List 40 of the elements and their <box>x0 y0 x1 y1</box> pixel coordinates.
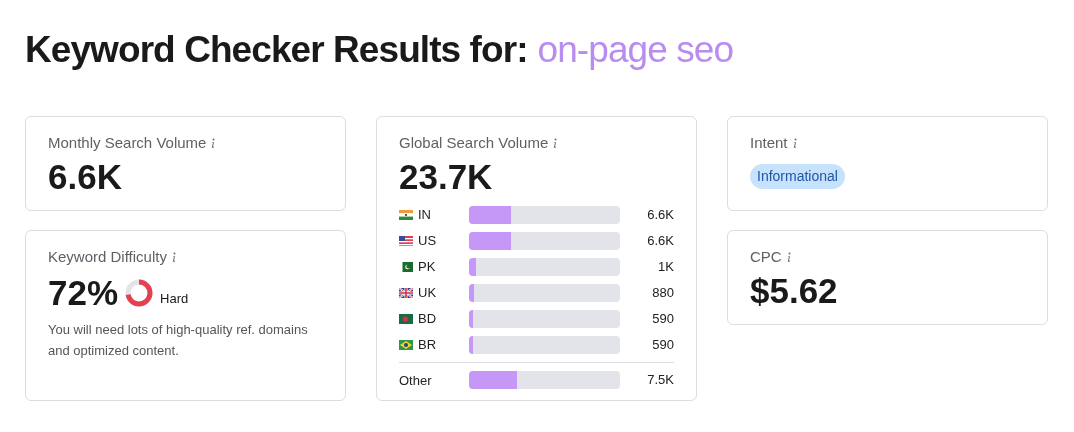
difficulty-gauge <box>124 277 155 308</box>
other-label: Other <box>399 372 432 388</box>
difficulty-rating: Hard <box>160 290 189 308</box>
card-label: CPC <box>750 247 782 267</box>
card-label: Monthly Search Volume <box>48 133 207 153</box>
card-label: Keyword Difficulty <box>48 247 167 267</box>
volume-value: 7.5K <box>647 370 674 389</box>
country-code: US <box>418 231 437 250</box>
info-icon[interactable] <box>210 137 217 149</box>
country-code: BR <box>418 335 437 354</box>
volume-value: 590 <box>652 335 674 354</box>
metric-value: 72% <box>48 271 119 314</box>
country-code: PK <box>418 257 436 276</box>
flag-icon <box>399 209 413 220</box>
metric-value: 6.6K <box>48 155 123 198</box>
flag-icon <box>399 313 413 324</box>
card-label: Global Search Volume <box>399 133 549 153</box>
country-code: IN <box>418 205 431 224</box>
info-icon[interactable] <box>170 251 177 263</box>
volume-value: 6.6K <box>647 231 674 250</box>
info-icon[interactable] <box>552 137 559 149</box>
metric-value: 23.7K <box>399 155 494 198</box>
volume-value: 6.6K <box>647 205 674 224</box>
intent-badge: Informational <box>750 163 845 189</box>
country-code: BD <box>418 309 437 328</box>
difficulty-note: You will need lots of high-quality ref. domains and optimized content. <box>48 320 309 360</box>
flag-icon <box>399 235 413 246</box>
info-icon[interactable] <box>785 251 792 263</box>
volume-value: 590 <box>652 309 674 328</box>
country-code: UK <box>418 283 437 302</box>
keyword: on-page seo <box>537 28 734 72</box>
metric-value: $5.62 <box>750 269 839 312</box>
volume-value: 1K <box>658 257 674 276</box>
page-title: Keyword Checker Results for: <box>25 28 528 72</box>
flag-icon <box>399 339 413 350</box>
info-icon[interactable] <box>791 137 798 149</box>
flag-icon <box>399 287 413 298</box>
flag-icon <box>399 261 413 272</box>
card-label: Intent <box>750 133 788 153</box>
volume-value: 880 <box>652 283 674 302</box>
